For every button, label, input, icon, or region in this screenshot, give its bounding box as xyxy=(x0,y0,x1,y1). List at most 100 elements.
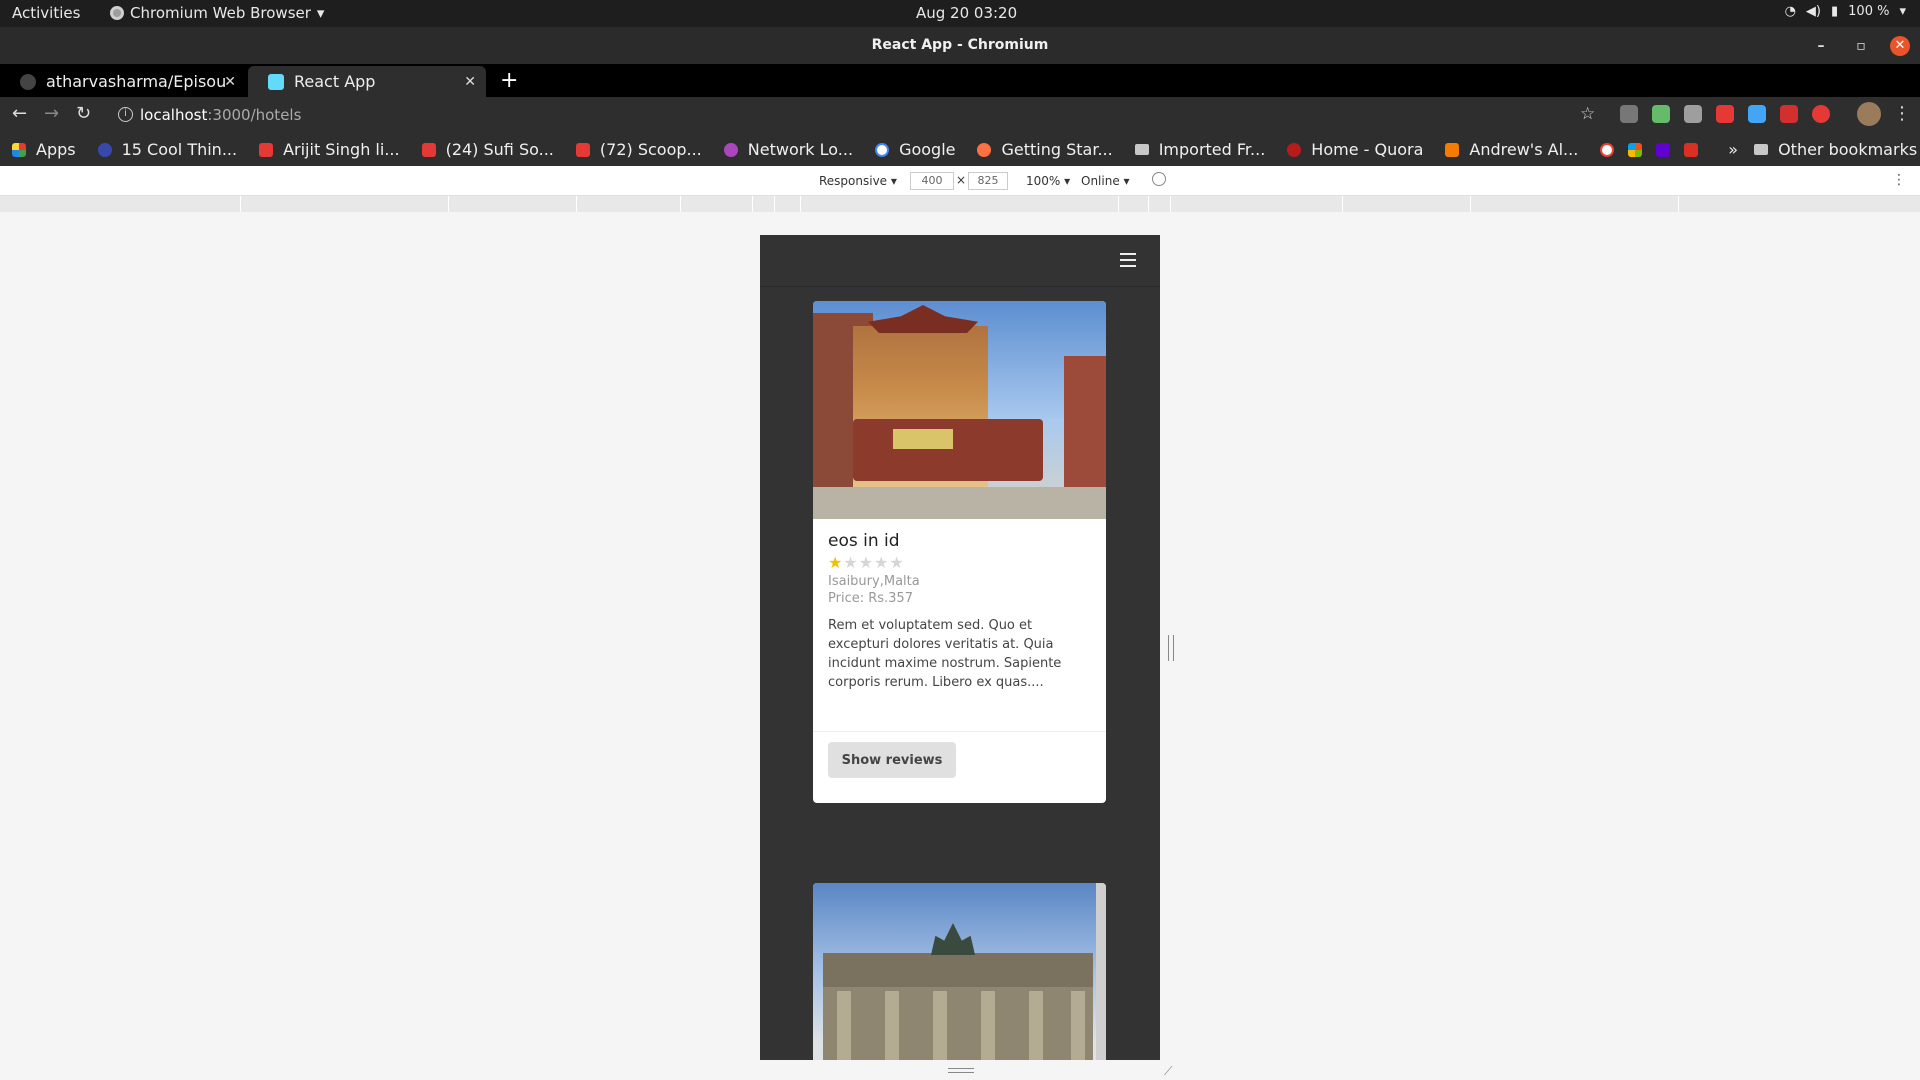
firefox-icon xyxy=(977,142,992,157)
bookmark-label: Network Lo... xyxy=(747,140,854,159)
zoom-label: 100% xyxy=(1026,174,1061,188)
youtube-icon xyxy=(421,142,436,157)
window-title: React App - Chromium xyxy=(871,37,1049,53)
viewport-height-resize-handle[interactable] xyxy=(948,1068,974,1073)
bookmark-label: (72) Scoop... xyxy=(599,140,702,159)
viewport-corner-resize-handle[interactable]: ⟋ xyxy=(1164,1064,1172,1079)
caret-down-icon: ▾ xyxy=(316,4,325,22)
apps-grid-icon xyxy=(12,142,26,157)
viewport-height-input[interactable]: 825 xyxy=(968,172,1008,190)
bookmark-item[interactable]: Network Lo... xyxy=(723,140,854,159)
viewport-width-input[interactable]: 400 xyxy=(910,172,954,190)
star-rating: ★★★★★ xyxy=(828,553,1091,572)
hamburger-icon[interactable] xyxy=(1120,253,1136,267)
system-tray[interactable]: ◔ ◀) ▮ 100 % ▾ xyxy=(1785,4,1906,19)
browser-menu-icon[interactable]: ⋮ xyxy=(1893,103,1911,124)
bookmark-star-icon[interactable]: ☆ xyxy=(1580,104,1595,124)
maximize-button[interactable]: ▫ xyxy=(1850,35,1872,57)
bookmark-item[interactable]: Getting Star... xyxy=(977,140,1113,159)
bookmark-label: Apps xyxy=(36,140,76,159)
activities-button[interactable]: Activities xyxy=(12,4,80,22)
profile-avatar[interactable] xyxy=(1857,102,1881,126)
pocket-icon[interactable] xyxy=(1684,105,1702,123)
extension-icon[interactable] xyxy=(1716,105,1734,123)
github-icon xyxy=(20,73,36,90)
youtube-icon xyxy=(259,142,274,157)
folder-icon xyxy=(1134,144,1149,155)
site-info-icon[interactable]: i xyxy=(118,107,133,122)
extension-icon[interactable] xyxy=(1780,105,1798,123)
device-select[interactable]: Responsive ▾ xyxy=(819,174,897,188)
extensions xyxy=(1620,105,1830,123)
media-query-ruler[interactable] xyxy=(0,196,1920,212)
card-footer: Show reviews xyxy=(813,731,1106,778)
hotel-price: Price: Rs.357 xyxy=(828,591,913,606)
extension-icon[interactable] xyxy=(1652,105,1670,123)
hotel-photo xyxy=(813,883,1096,1060)
star-empty-icon: ★ xyxy=(874,553,890,572)
bookmark-label: Google xyxy=(899,140,956,159)
bookmark-label: Home - Quora xyxy=(1311,140,1424,159)
volume-icon: ◀) xyxy=(1805,4,1821,19)
device-toolbar: Responsive ▾ 400 × 825 100% ▾ Online ▾ ⋮ xyxy=(0,166,1920,196)
bookmarks-bar: Apps 15 Cool Thin... Arijit Singh li... … xyxy=(0,133,1920,166)
bookmark-item[interactable]: Andrew's Al... xyxy=(1445,140,1578,159)
clock[interactable]: Aug 20 03:20 xyxy=(916,4,1017,22)
tab-react-app[interactable]: React App ✕ xyxy=(248,66,486,97)
bookmark-label: Andrew's Al... xyxy=(1469,140,1579,159)
tab-close-icon[interactable]: ✕ xyxy=(464,74,476,90)
card-scrollbar[interactable] xyxy=(1096,883,1106,1060)
quora-icon xyxy=(1287,142,1302,157)
bookmark-item[interactable]: Google xyxy=(875,140,955,159)
bookmark-folder[interactable]: Imported Fr... xyxy=(1134,140,1266,159)
more-options-icon[interactable]: ⋮ xyxy=(1892,172,1906,188)
close-window-button[interactable]: ✕ xyxy=(1890,36,1910,56)
emulated-viewport: eos in id ★★★★★ Isaibury,Malta Price: Rs… xyxy=(760,235,1160,1060)
app-navbar xyxy=(760,235,1160,287)
forward-arrow-icon[interactable]: → xyxy=(44,103,59,124)
microsoft-icon[interactable] xyxy=(1628,142,1643,157)
rotate-icon[interactable] xyxy=(1152,172,1166,186)
reload-icon[interactable]: ↻ xyxy=(76,103,91,124)
google-icon[interactable] xyxy=(1600,142,1615,157)
youtube-icon xyxy=(575,142,590,157)
zoom-select[interactable]: 100% ▾ xyxy=(1026,174,1070,188)
extension-icon[interactable] xyxy=(1748,105,1766,123)
bookmark-apps[interactable]: Apps xyxy=(12,140,76,159)
bookmark-item[interactable]: (72) Scoop... xyxy=(575,140,702,159)
bookmark-item[interactable]: 15 Cool Thin... xyxy=(97,140,237,159)
back-arrow-icon[interactable]: ← xyxy=(12,103,27,124)
bookmark-item[interactable]: Home - Quora xyxy=(1287,140,1423,159)
google-icon xyxy=(875,142,890,157)
other-bookmarks[interactable]: Other bookmarks xyxy=(1754,140,1917,159)
tab-github[interactable]: atharvasharma/Episou ✕ xyxy=(0,66,246,97)
bookmark-item[interactable]: (24) Sufi So... xyxy=(421,140,554,159)
viewport-width-resize-handle[interactable] xyxy=(1168,635,1174,661)
more-bookmarks-chevron[interactable]: » xyxy=(1728,140,1738,159)
minimize-button[interactable]: – xyxy=(1810,35,1832,57)
app-menu-label: Chromium Web Browser xyxy=(130,4,311,22)
yahoo-icon[interactable] xyxy=(1656,142,1671,157)
gmail-icon[interactable] xyxy=(1684,142,1699,157)
address-bar[interactable]: i localhost:3000/hotels xyxy=(110,101,1590,129)
react-icon xyxy=(268,73,284,90)
throttling-select[interactable]: Online ▾ xyxy=(1081,174,1130,188)
throttling-label: Online xyxy=(1081,174,1120,188)
tab-strip: atharvasharma/Episou ✕ React App ✕ xyxy=(0,64,1920,97)
show-reviews-button[interactable]: Show reviews xyxy=(828,742,956,778)
hotel-name: eos in id xyxy=(828,531,900,551)
star-empty-icon: ★ xyxy=(843,553,859,572)
bookmark-label: (24) Sufi So... xyxy=(445,140,554,159)
folder-icon xyxy=(1754,144,1769,155)
url-host: localhost xyxy=(140,106,208,124)
bookmark-label: Arijit Singh li... xyxy=(283,140,400,159)
url-path: :3000/hotels xyxy=(207,106,302,124)
bookmark-item[interactable]: Arijit Singh li... xyxy=(259,140,400,159)
window-title-bar: React App - Chromium – ▫ ✕ xyxy=(0,27,1920,64)
extension-icon[interactable] xyxy=(1620,105,1638,123)
new-tab-button[interactable]: + xyxy=(500,68,518,93)
tab-close-icon[interactable]: ✕ xyxy=(224,74,236,90)
app-menu[interactable]: Chromium Web Browser ▾ xyxy=(110,4,324,22)
bookmark-label: Imported Fr... xyxy=(1158,140,1266,159)
extension-icon[interactable] xyxy=(1812,105,1830,123)
